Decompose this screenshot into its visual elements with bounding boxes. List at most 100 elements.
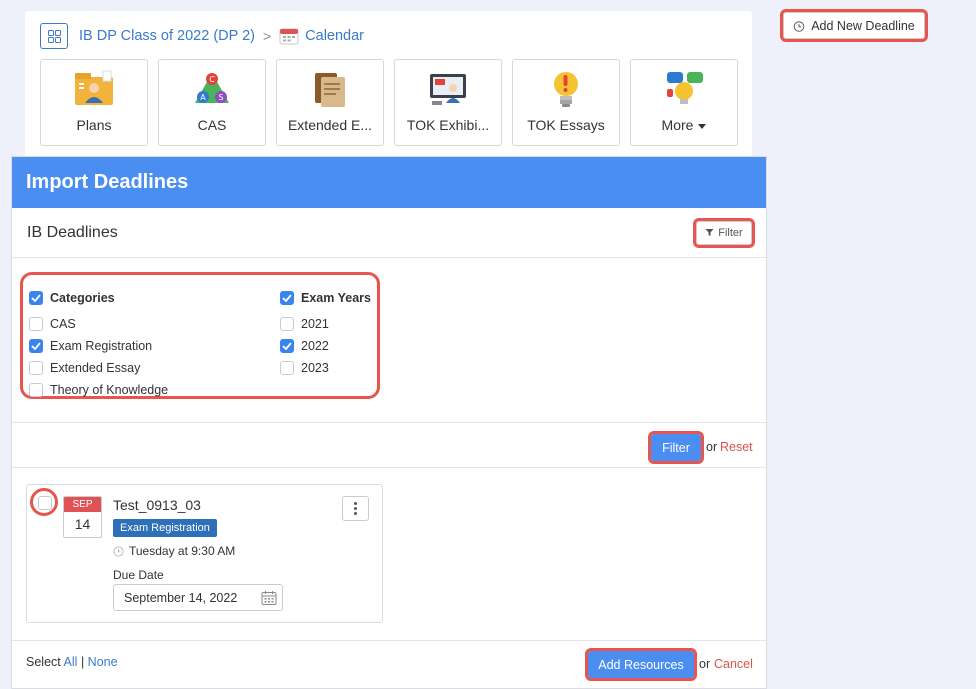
- option-label: 2021: [301, 317, 329, 331]
- select-label: Select: [26, 655, 61, 669]
- plans-icon: [73, 69, 115, 109]
- checkbox-exam-registration[interactable]: [29, 339, 43, 353]
- section-header: IB Deadlines Filter: [12, 208, 766, 258]
- category-option-cas[interactable]: CAS: [29, 313, 168, 335]
- option-label: 2022: [301, 339, 329, 353]
- add-new-deadline-button[interactable]: Add New Deadline: [780, 9, 928, 42]
- svg-text:C: C: [209, 75, 215, 84]
- lightbulb-icon: [545, 69, 587, 109]
- section-title: IB Deadlines: [27, 223, 118, 241]
- option-label: CAS: [50, 317, 76, 331]
- deadline-title: Test_0913_03: [113, 497, 201, 513]
- checkbox-cas[interactable]: [29, 317, 43, 331]
- grid-icon: [47, 29, 61, 43]
- calendar-icon: [279, 27, 299, 45]
- add-new-deadline-label: Add New Deadline: [811, 18, 915, 33]
- module-tiles: Plans C A S CAS Extended E... TOK Exhibi…: [40, 59, 738, 146]
- check-icon: [282, 342, 292, 350]
- tile-extended-essay[interactable]: Extended E...: [276, 59, 384, 146]
- select-separator: |: [80, 655, 85, 669]
- checkbox-theory-of-knowledge[interactable]: [29, 383, 43, 397]
- deadline-card: SEP 14 Test_0913_03 Exam Registration Tu…: [26, 484, 383, 623]
- select-none-link[interactable]: None: [88, 655, 118, 669]
- check-icon: [31, 342, 41, 350]
- filter-toggle-button[interactable]: Filter: [693, 217, 755, 248]
- svg-text:A: A: [200, 93, 206, 102]
- add-resources-button[interactable]: Add Resources: [585, 648, 697, 681]
- due-date-value: September 14, 2022: [124, 590, 238, 605]
- checkbox-2022[interactable]: [280, 339, 294, 353]
- exam-years-column: Exam Years 2021 2022 2023: [280, 287, 371, 379]
- date-day: 14: [74, 516, 91, 532]
- tile-label: Plans: [76, 117, 112, 133]
- exam-years-header[interactable]: Exam Years: [280, 287, 371, 309]
- modal-footer: Select All | None Add Resources or Cance…: [12, 640, 766, 689]
- due-date-label: Due Date: [113, 568, 164, 582]
- select-controls: Select All | None: [26, 655, 118, 669]
- tile-label: More: [662, 117, 707, 133]
- breadcrumb: IB DP Class of 2022 (DP 2) > Calendar: [40, 23, 364, 49]
- checkbox-exam-years[interactable]: [280, 291, 294, 305]
- cas-icon: C A S: [191, 69, 233, 109]
- tile-label: TOK Exhibi...: [406, 117, 490, 133]
- option-label: Extended Essay: [50, 361, 141, 375]
- checkbox-deadline-select[interactable]: [38, 496, 52, 510]
- checkbox-categories[interactable]: [29, 291, 43, 305]
- tile-plans[interactable]: Plans: [40, 59, 148, 146]
- cancel-link[interactable]: Cancel: [714, 657, 753, 671]
- filter-options-panel: Categories CAS Exam Registration Extende…: [20, 272, 380, 399]
- tile-tok-exhibition[interactable]: TOK Exhibi...: [394, 59, 502, 146]
- option-label: Theory of Knowledge: [50, 383, 169, 397]
- more-options-button[interactable]: [342, 496, 369, 521]
- category-badge: Exam Registration: [113, 519, 217, 537]
- checkbox-2023[interactable]: [280, 361, 294, 375]
- clock-icon: [793, 20, 805, 32]
- date-badge: SEP 14: [63, 496, 102, 538]
- category-option-theory-of-knowledge[interactable]: Theory of Knowledge: [29, 379, 168, 401]
- calendar-picker-icon[interactable]: [261, 590, 277, 606]
- exam-years-label: Exam Years: [301, 291, 371, 305]
- svg-text:S: S: [218, 93, 223, 102]
- year-option-2023[interactable]: 2023: [280, 357, 371, 379]
- option-label: Exam Registration: [50, 339, 153, 353]
- breadcrumb-separator: >: [262, 28, 272, 44]
- import-deadlines-modal: Import Deadlines IB Deadlines Filter Cat…: [11, 156, 767, 689]
- year-option-2022[interactable]: 2022: [280, 335, 371, 357]
- tile-label: CAS: [197, 117, 227, 133]
- or-text: or: [699, 657, 711, 671]
- tile-label: TOK Essays: [527, 117, 605, 133]
- category-option-extended-essay[interactable]: Extended Essay: [29, 357, 168, 379]
- or-text: or: [706, 440, 718, 454]
- apply-filter-label: Filter: [662, 440, 690, 455]
- categories-label: Categories: [50, 291, 115, 305]
- modal-header: Import Deadlines: [12, 157, 766, 208]
- tile-cas[interactable]: C A S CAS: [158, 59, 266, 146]
- filter-toggle-label: Filter: [718, 226, 743, 239]
- tile-tok-essays[interactable]: TOK Essays: [512, 59, 620, 146]
- categories-column: Categories CAS Exam Registration Extende…: [29, 287, 168, 401]
- due-date-input[interactable]: September 14, 2022: [113, 584, 283, 611]
- deadline-time: Tuesday at 9:30 AM: [113, 544, 235, 558]
- chat-bulb-icon: [663, 69, 705, 109]
- checkbox-extended-essay[interactable]: [29, 361, 43, 375]
- checkbox-2021[interactable]: [280, 317, 294, 331]
- breadcrumb-class-link[interactable]: IB DP Class of 2022 (DP 2): [79, 28, 255, 44]
- category-option-exam-registration[interactable]: Exam Registration: [29, 335, 168, 357]
- check-icon: [31, 294, 41, 302]
- grid-menu-button[interactable]: [40, 23, 68, 49]
- modal-title: Import Deadlines: [26, 171, 189, 193]
- tile-label: Extended E...: [287, 117, 373, 133]
- deadline-time-text: Tuesday at 9:30 AM: [129, 544, 236, 558]
- apply-filter-button[interactable]: Filter: [648, 431, 704, 464]
- kebab-dot: [354, 502, 357, 505]
- check-icon: [282, 294, 292, 302]
- categories-header[interactable]: Categories: [29, 287, 168, 309]
- breadcrumb-calendar-link[interactable]: Calendar: [305, 28, 364, 44]
- caret-down-icon: [698, 123, 707, 129]
- select-all-link[interactable]: All: [64, 655, 78, 669]
- deadline-select-highlight: [30, 488, 58, 516]
- filter-actions: Filter or Reset: [12, 422, 766, 468]
- tile-more[interactable]: More: [630, 59, 738, 146]
- reset-link[interactable]: Reset: [720, 440, 753, 454]
- year-option-2021[interactable]: 2021: [280, 313, 371, 335]
